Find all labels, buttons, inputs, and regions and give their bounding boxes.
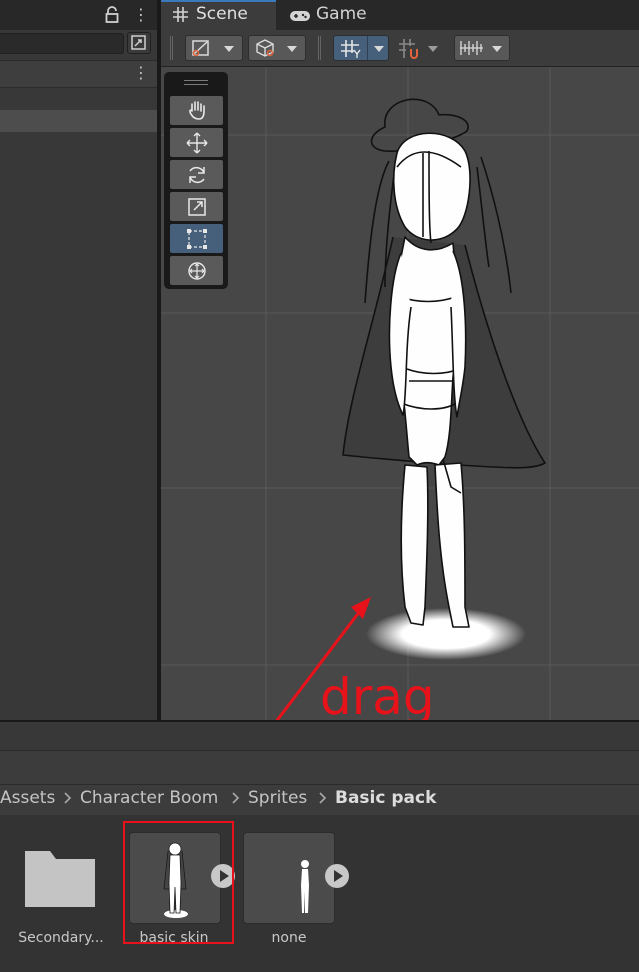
lock-icon[interactable] [104, 6, 120, 24]
render-mode-icon [256, 39, 274, 57]
rect-tool-button[interactable] [170, 224, 223, 253]
chevron-right-icon [319, 792, 327, 804]
search-mode-button[interactable] [127, 32, 151, 54]
search-mode-icon [131, 35, 146, 50]
chevron-down-icon [428, 46, 438, 52]
draw-mode-icon [192, 40, 209, 57]
chevron-down-icon [492, 46, 502, 52]
drag-annotation: drag [320, 668, 435, 726]
play-icon [334, 870, 343, 882]
hand-tool-button[interactable] [170, 96, 223, 125]
project-toolbar [0, 750, 639, 784]
chevron-down-icon [374, 46, 384, 52]
scene-viewport[interactable] [161, 67, 639, 720]
increment-snap-icon [399, 39, 418, 59]
tab-game[interactable]: Game [316, 4, 367, 24]
character-sprite [342, 98, 546, 628]
asset-label: Secondary... [18, 930, 104, 946]
hierarchy-panel [0, 0, 157, 720]
asset-item-secondary[interactable] [20, 845, 100, 913]
ruler-button[interactable] [454, 35, 510, 61]
move-icon [186, 132, 208, 154]
rotate-tool-button[interactable] [170, 160, 223, 189]
hierarchy-selected-item[interactable] [0, 110, 157, 132]
move-tool-button[interactable] [170, 128, 223, 157]
chevron-down-icon [287, 46, 297, 52]
scale-icon [188, 198, 206, 216]
increment-snap-button[interactable] [394, 36, 450, 62]
grid-snap-button[interactable] [333, 35, 389, 61]
chevron-down-icon [224, 46, 234, 52]
chevron-right-icon [64, 792, 72, 804]
asset-thumbnail-none[interactable] [244, 833, 334, 923]
tab-scene-label: Scene [196, 4, 248, 24]
selection-highlight [123, 821, 234, 944]
transform-tool-button[interactable] [170, 256, 223, 285]
toolbar-grip[interactable] [318, 36, 321, 60]
gamepad-icon[interactable] [289, 8, 311, 22]
render-mode-button[interactable] [248, 35, 306, 61]
toolbar-grip[interactable] [170, 36, 173, 60]
transform-icon [188, 262, 206, 280]
breadcrumb-item-sprites[interactable]: Sprites [248, 788, 307, 808]
hand-icon [189, 101, 205, 120]
kebab-menu-icon[interactable]: ⋮ [133, 63, 149, 83]
breadcrumb-item-assets[interactable]: Assets [0, 788, 55, 808]
character-shadow-glow [366, 608, 526, 660]
rect-transform-icon [187, 229, 207, 249]
hash-grid-icon [172, 6, 189, 23]
search-input[interactable] [0, 33, 124, 54]
breadcrumb-item-basic-pack[interactable]: Basic pack [335, 788, 436, 808]
scale-tool-button[interactable] [170, 192, 223, 221]
expand-play-button[interactable] [325, 864, 349, 888]
grid-snap-icon [341, 40, 361, 58]
rotate-icon [189, 167, 205, 183]
sprite-preview [301, 860, 309, 913]
folder-icon [25, 851, 95, 907]
kebab-menu-icon[interactable]: ⋮ [133, 5, 149, 25]
breadcrumb-item-character-boom[interactable]: Character Boom [80, 788, 218, 808]
draw-mode-button[interactable] [185, 35, 243, 61]
chevron-right-icon [232, 792, 240, 804]
project-tab-bar [0, 720, 639, 750]
ruler-icon [460, 41, 483, 55]
scene-canvas [161, 67, 639, 720]
asset-label: none [271, 930, 307, 946]
